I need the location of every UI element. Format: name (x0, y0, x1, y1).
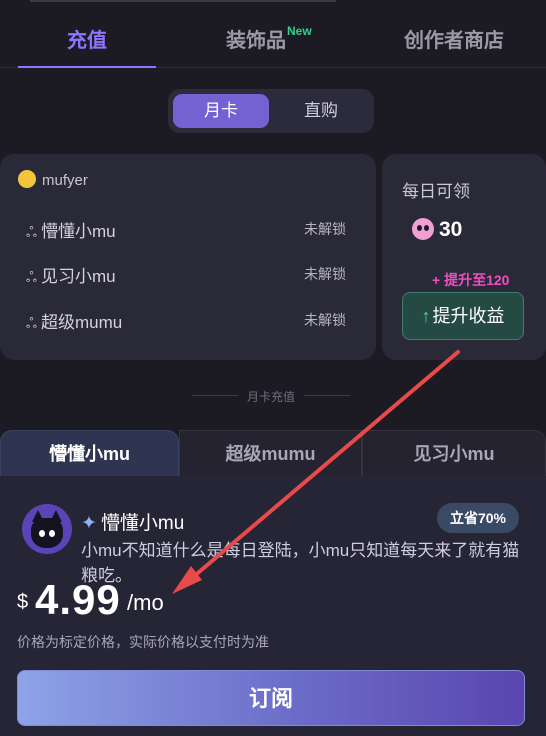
username: mufyer (42, 172, 88, 189)
cat-avatar-icon (22, 504, 72, 554)
sparkle-icon: ✦ (81, 513, 97, 534)
plan-tab-super[interactable]: 超级mumu (179, 430, 362, 476)
cat-coin-icon (412, 218, 434, 240)
price-unit: /mo (127, 590, 164, 615)
switch-direct[interactable]: 直购 (273, 94, 369, 128)
savings-badge: 立省70% (437, 503, 519, 533)
tier-status: 未解锁 (304, 312, 346, 328)
paw-icon: ஃ (26, 269, 37, 285)
tier-status: 未解锁 (304, 221, 346, 237)
price-amount: 4.99 (35, 576, 121, 623)
plan-name: ✦ 懵懂小mu (81, 508, 184, 535)
divider-line-right (304, 395, 350, 396)
tier-label: 见习小mu (40, 267, 116, 286)
daily-amount: 30 (439, 218, 463, 241)
divider-line-left (192, 395, 238, 396)
tier-label: 懵懂小mu (40, 222, 116, 241)
tab-creator-store[interactable]: 创作者商店 (404, 24, 504, 53)
new-badge: New (287, 24, 312, 38)
boost-button-label: 提升收益 (432, 306, 505, 326)
paw-icon: ஃ (26, 224, 37, 240)
daily-title: 每日可领 (402, 182, 470, 201)
section-divider-label: 月卡充值 (247, 390, 296, 404)
tab-recharge[interactable]: 充值 (67, 24, 107, 53)
purchase-type-switch: 月卡 直购 (168, 89, 374, 133)
plan-description: 小mu不知道什么是每日登陆，小mu只知道每天来了就有猫粮吃。 (81, 541, 520, 585)
paw-icon: ஃ (26, 315, 37, 331)
plan-name-text: 懵懂小mu (100, 513, 185, 534)
boost-text: + 提升至120 (432, 272, 510, 288)
tab-decorations[interactable]: 装饰品 (226, 24, 286, 53)
active-tab-indicator (18, 66, 156, 68)
plan-tab-novice[interactable]: 懵懂小mu (0, 430, 179, 476)
plan-tab-apprentice[interactable]: 见习小mu (362, 430, 546, 476)
tier-row: ஃ 见习小mu 未解锁 (26, 262, 346, 288)
price-currency: $ (17, 591, 29, 613)
tier-status: 未解锁 (304, 266, 346, 282)
arrow-up-icon: ↑ (421, 306, 431, 326)
tier-label: 超级mumu (40, 313, 123, 332)
avatar (18, 170, 36, 189)
switch-monthly[interactable]: 月卡 (173, 94, 269, 128)
tier-row: ஃ 超级mumu 未解锁 (26, 308, 346, 334)
price-note: 价格为标定价格，实际价格以支付时为准 (17, 634, 269, 650)
header-tabs: 充值 装饰品 New 创作者商店 (0, 0, 546, 68)
subscribe-button[interactable]: 订阅 (17, 670, 525, 726)
user-row: mufyer (18, 170, 88, 190)
tier-row: ஃ 懵懂小mu 未解锁 (26, 217, 346, 243)
boost-earnings-button[interactable]: ↑ 提升收益 (402, 292, 524, 340)
